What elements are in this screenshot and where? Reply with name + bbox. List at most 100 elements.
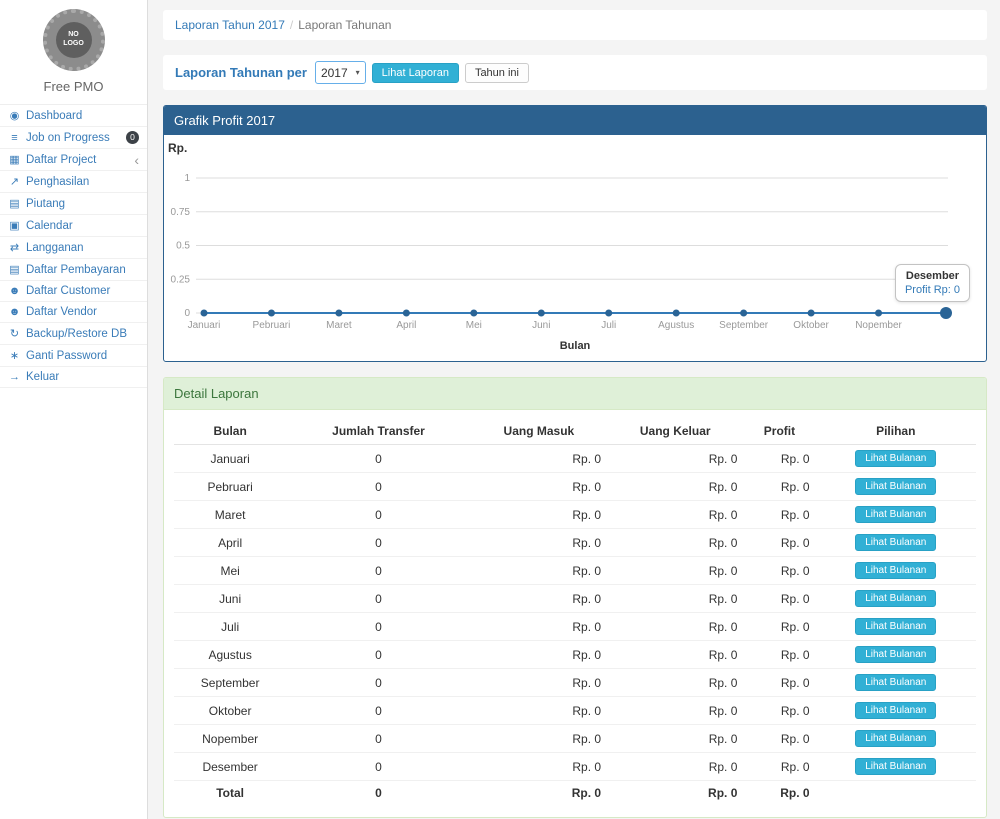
y-tick-label: 0.5 <box>176 241 190 252</box>
table-row: Juli0Rp. 0Rp. 0Rp. 0Lihat Bulanan <box>174 613 976 641</box>
sidebar-item-dashboard[interactable]: ◉ Dashboard <box>0 105 147 127</box>
chart-point[interactable] <box>940 307 952 319</box>
cell-uang-keluar: Rp. 0 <box>607 501 743 529</box>
year-select[interactable]: 2017 ▾ <box>315 61 366 84</box>
lihat-bulanan-button[interactable]: Lihat Bulanan <box>855 562 936 579</box>
cell-month: Agustus <box>174 641 286 669</box>
cell-month: April <box>174 529 286 557</box>
sidebar-item-langganan[interactable]: ⇄Langganan <box>0 237 147 259</box>
chart-point[interactable] <box>201 310 208 317</box>
cell-uang-keluar: Rp. 0 <box>607 585 743 613</box>
sidebar-item-keluar[interactable]: →Keluar <box>0 367 147 388</box>
dashboard-icon: ◉ <box>8 109 21 122</box>
chart-point[interactable] <box>673 310 680 317</box>
profit-line-chart[interactable]: Rp.00.250.50.751JanuariPebruariMaretApri… <box>168 139 982 357</box>
app-layout: NO LOGO Free PMO ◉Dashboard≡Job on Progr… <box>0 0 1000 819</box>
table-row: September0Rp. 0Rp. 0Rp. 0Lihat Bulanan <box>174 669 976 697</box>
x-tick-label: April <box>396 320 416 331</box>
breadcrumb-link[interactable]: Laporan Tahun 2017 <box>175 18 285 32</box>
cell-uang-keluar: Rp. 0 <box>607 753 743 781</box>
profit-chart-panel: Grafik Profit 2017 Rp.00.250.50.751Janua… <box>163 105 987 362</box>
payments-icon: ▤ <box>8 263 21 276</box>
lihat-bulanan-button[interactable]: Lihat Bulanan <box>855 478 936 495</box>
logo-area: NO LOGO Free PMO <box>0 0 147 104</box>
chart-tooltip: Desember Profit Rp: 0 <box>895 264 970 302</box>
cell-profit: Rp. 0 <box>743 501 815 529</box>
lihat-bulanan-button[interactable]: Lihat Bulanan <box>855 450 936 467</box>
sidebar-item-label: Dashboard <box>26 110 82 122</box>
cell-uang-keluar: Rp. 0 <box>607 557 743 585</box>
report-filter-panel: Laporan Tahunan per 2017 ▾ Lihat Laporan… <box>163 55 987 90</box>
chart-point[interactable] <box>740 310 747 317</box>
sidebar-item-label: Langganan <box>26 242 84 254</box>
sidebar-item-daftar-customer[interactable]: ☻Daftar Customer <box>0 281 147 302</box>
chart-point[interactable] <box>605 310 612 317</box>
cell-uang-keluar: Rp. 0 <box>607 669 743 697</box>
cell-uang-keluar: Rp. 0 <box>607 529 743 557</box>
chart-line-icon: ↗ <box>8 175 21 188</box>
column-header: Pilihan <box>816 418 976 445</box>
cell-uang-keluar: Rp. 0 <box>607 781 743 806</box>
lihat-bulanan-button[interactable]: Lihat Bulanan <box>855 618 936 635</box>
logout-icon: → <box>8 371 21 383</box>
sidebar-item-job-on-progress[interactable]: ≡Job on Progress0 <box>0 127 147 149</box>
table-row: Maret0Rp. 0Rp. 0Rp. 0Lihat Bulanan <box>174 501 976 529</box>
chart-point[interactable] <box>335 310 342 317</box>
x-tick-label: September <box>719 320 769 331</box>
chart-point[interactable] <box>875 310 882 317</box>
sidebar-item-backup-restore-db[interactable]: ↻Backup/Restore DB <box>0 323 147 345</box>
cell-action: Lihat Bulanan <box>816 529 976 557</box>
tahun-ini-button[interactable]: Tahun ini <box>465 63 529 83</box>
chart-point[interactable] <box>268 310 275 317</box>
chart-point[interactable] <box>403 310 410 317</box>
detail-report-panel: Detail Laporan BulanJumlah TransferUang … <box>163 377 987 818</box>
lihat-bulanan-button[interactable]: Lihat Bulanan <box>855 730 936 747</box>
breadcrumb-separator: / <box>290 18 293 32</box>
sidebar-item-daftar-pembayaran[interactable]: ▤Daftar Pembayaran <box>0 259 147 281</box>
sidebar-item-daftar-vendor[interactable]: ☻Daftar Vendor <box>0 302 147 323</box>
lihat-bulanan-button[interactable]: Lihat Bulanan <box>855 758 936 775</box>
cell-action: Lihat Bulanan <box>816 501 976 529</box>
sidebar-item-label: Piutang <box>26 198 65 210</box>
cell-action: Lihat Bulanan <box>816 557 976 585</box>
y-tick-label: 1 <box>184 173 190 184</box>
cell-month: Juni <box>174 585 286 613</box>
chevron-left-icon: ‹ <box>134 155 139 165</box>
cell-uang-masuk: Rp. 0 <box>471 445 607 473</box>
cell-month: Mei <box>174 557 286 585</box>
app-logo: NO LOGO <box>43 9 105 71</box>
backup-icon: ↻ <box>8 327 21 340</box>
cell-jumlah-transfer: 0 <box>286 641 470 669</box>
cell-jumlah-transfer: 0 <box>286 445 470 473</box>
sidebar-item-ganti-password[interactable]: ∗Ganti Password <box>0 345 147 367</box>
sidebar-item-penghasilan[interactable]: ↗Penghasilan <box>0 171 147 193</box>
count-badge: 0 <box>126 131 139 144</box>
cell-uang-keluar: Rp. 0 <box>607 641 743 669</box>
chart-point[interactable] <box>470 310 477 317</box>
cell-month: Oktober <box>174 697 286 725</box>
cell-month: September <box>174 669 286 697</box>
cell-uang-masuk: Rp. 0 <box>471 641 607 669</box>
lihat-bulanan-button[interactable]: Lihat Bulanan <box>855 646 936 663</box>
lihat-bulanan-button[interactable]: Lihat Bulanan <box>855 674 936 691</box>
sidebar-item-label: Job on Progress <box>26 132 110 144</box>
detail-table-wrapper: BulanJumlah TransferUang MasukUang Kelua… <box>164 410 986 817</box>
cell-uang-keluar: Rp. 0 <box>607 473 743 501</box>
cell-month: Maret <box>174 501 286 529</box>
sidebar-item-daftar-project[interactable]: ▦Daftar Project‹ <box>0 149 147 171</box>
y-tick-label: 0.75 <box>171 207 191 218</box>
lihat-bulanan-button[interactable]: Lihat Bulanan <box>855 590 936 607</box>
lihat-bulanan-button[interactable]: Lihat Bulanan <box>855 702 936 719</box>
lihat-laporan-button[interactable]: Lihat Laporan <box>372 63 459 83</box>
chart-panel-title: Grafik Profit 2017 <box>164 106 986 135</box>
cell-action <box>816 781 976 806</box>
cell-month: Desember <box>174 753 286 781</box>
lihat-bulanan-button[interactable]: Lihat Bulanan <box>855 534 936 551</box>
x-tick-label: Agustus <box>658 320 694 331</box>
cell-uang-keluar: Rp. 0 <box>607 725 743 753</box>
lihat-bulanan-button[interactable]: Lihat Bulanan <box>855 506 936 523</box>
chart-point[interactable] <box>538 310 545 317</box>
sidebar-item-calendar[interactable]: ▣Calendar <box>0 215 147 237</box>
sidebar-item-piutang[interactable]: ▤Piutang <box>0 193 147 215</box>
chart-point[interactable] <box>808 310 815 317</box>
